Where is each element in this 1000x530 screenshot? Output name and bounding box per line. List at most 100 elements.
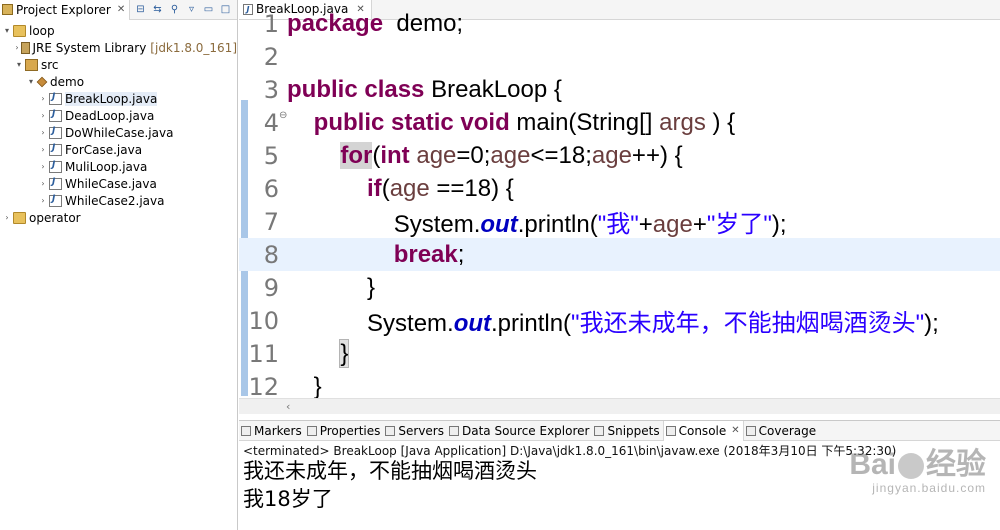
code-token: public bbox=[313, 108, 385, 136]
code-token: age bbox=[389, 174, 430, 202]
code-line[interactable]: 1 package demo; bbox=[239, 7, 1000, 40]
tab-label: Data Source Explorer bbox=[462, 423, 590, 438]
code-line[interactable]: 7 System.out.println("我"+age+"岁了"); bbox=[239, 205, 1000, 239]
tree-item[interactable]: › DeadLoop.java bbox=[0, 107, 237, 124]
line-number: 11 bbox=[248, 339, 279, 368]
tree-item-label: src bbox=[41, 57, 59, 72]
code-line[interactable]: 4 ⊖ public static void main(String[] args… bbox=[239, 106, 1000, 139]
tree-item[interactable]: ▾ loop bbox=[0, 22, 237, 39]
tree-item[interactable]: ▾ demo bbox=[0, 73, 237, 90]
project-icon bbox=[13, 211, 26, 224]
tree-item-label: loop bbox=[29, 23, 55, 38]
collapsed-arrow-icon[interactable]: › bbox=[38, 128, 48, 137]
maximize-icon[interactable]: □ bbox=[220, 4, 231, 15]
tree-item[interactable]: › ForCase.java bbox=[0, 141, 237, 158]
explorer-header: Project Explorer ✕ ⊟ ⇆ ⚲ ▿ ▭ □ bbox=[0, 0, 237, 20]
package-icon bbox=[36, 76, 48, 87]
code-token: void bbox=[460, 108, 510, 136]
watermark-brand2: 经验 bbox=[926, 448, 986, 481]
tab-label: Servers bbox=[398, 423, 444, 438]
code-text: for(int age=0;age<=18;age++) { bbox=[287, 141, 683, 170]
horizontal-scrollbar[interactable]: ‹ bbox=[239, 398, 1000, 414]
collapse-all-icon[interactable]: ⊟ bbox=[135, 4, 146, 15]
java-file-icon bbox=[49, 126, 62, 139]
line-number: 8 bbox=[263, 240, 279, 269]
project-icon bbox=[13, 24, 26, 37]
code-line[interactable]: 2 bbox=[239, 40, 1000, 73]
code-token: age bbox=[416, 141, 457, 169]
view-menu-icon[interactable]: ▿ bbox=[186, 4, 197, 15]
tab-label: Snippets bbox=[607, 423, 660, 438]
tree-item[interactable]: › MuliLoop.java bbox=[0, 158, 237, 175]
code-token: =0; bbox=[456, 141, 491, 169]
tab-data-source-explorer[interactable]: Data Source Explorer bbox=[447, 421, 592, 441]
code-line[interactable]: 11 } bbox=[239, 337, 1000, 370]
data-source-explorer-icon bbox=[449, 425, 459, 436]
code-line[interactable]: 6 if(age ==18) { bbox=[239, 172, 1000, 205]
tab-snippets[interactable]: Snippets bbox=[592, 421, 662, 441]
tab-servers[interactable]: Servers bbox=[383, 421, 447, 441]
code-token: class bbox=[364, 75, 425, 103]
link-editor-icon[interactable]: ⇆ bbox=[152, 4, 163, 15]
minimize-icon[interactable]: ▭ bbox=[203, 4, 214, 15]
tree-item-decoration: [jdk1.8.0_161] bbox=[150, 40, 237, 55]
tree-item[interactable]: › JRE System Library [jdk1.8.0_161] bbox=[0, 39, 237, 56]
tree-item-label: WhileCase2.java bbox=[65, 193, 165, 208]
collapsed-arrow-icon[interactable]: › bbox=[14, 43, 20, 52]
code-token: for bbox=[340, 141, 373, 169]
code-text: public static void main(String[] args ) … bbox=[287, 109, 735, 137]
tree-item[interactable]: ▾ src bbox=[0, 56, 237, 73]
line-number: 2 bbox=[263, 42, 279, 71]
expanded-arrow-icon[interactable]: ▾ bbox=[2, 26, 12, 35]
code-line[interactable]: 8 break; bbox=[239, 238, 1000, 271]
java-file-icon bbox=[49, 143, 62, 156]
code-line[interactable]: 10 System.out.println("我还未成年，不能抽烟喝酒烫头"); bbox=[239, 303, 1000, 338]
code-token: package bbox=[287, 9, 384, 37]
tree-item-label: MuliLoop.java bbox=[65, 159, 148, 174]
tree-item[interactable]: › DoWhileCase.java bbox=[0, 124, 237, 141]
code-token: + bbox=[638, 211, 653, 238]
collapsed-arrow-icon[interactable]: › bbox=[38, 179, 48, 188]
collapsed-arrow-icon[interactable]: › bbox=[38, 145, 48, 154]
filter-icon[interactable]: ⚲ bbox=[169, 4, 180, 15]
collapsed-arrow-icon[interactable]: › bbox=[38, 162, 48, 171]
collapsed-arrow-icon[interactable]: › bbox=[2, 213, 12, 222]
expanded-arrow-icon[interactable]: ▾ bbox=[14, 60, 24, 69]
java-file-icon bbox=[49, 177, 62, 190]
coverage-icon bbox=[745, 425, 756, 436]
tree-item[interactable]: › WhileCase.java bbox=[0, 175, 237, 192]
expanded-arrow-icon[interactable]: ▾ bbox=[26, 77, 36, 86]
code-token: demo; bbox=[383, 9, 464, 37]
tab-properties[interactable]: Properties bbox=[305, 421, 384, 441]
collapsed-arrow-icon[interactable]: › bbox=[38, 196, 48, 205]
tab-label: Markers bbox=[254, 423, 302, 438]
line-number: 7 bbox=[263, 207, 279, 236]
code-token: <=18; bbox=[530, 141, 592, 169]
tree-item[interactable]: › operator bbox=[0, 209, 237, 226]
tab-coverage[interactable]: Coverage bbox=[744, 421, 820, 441]
code-line[interactable]: 9 } bbox=[239, 271, 1000, 304]
scroll-left-icon[interactable]: ‹ bbox=[286, 400, 290, 413]
code-token: main(String[] bbox=[509, 108, 660, 136]
tree-item[interactable]: › WhileCase2.java bbox=[0, 192, 237, 209]
code-text-area[interactable]: 1 package demo; 2 3 public class BreakLoop {… bbox=[239, 10, 1000, 401]
tree-item[interactable]: › BreakLoop.java bbox=[0, 90, 237, 107]
close-icon[interactable]: ✕ bbox=[117, 4, 125, 15]
code-text: System.out.println("我还未成年，不能抽烟喝酒烫头"); bbox=[287, 303, 939, 338]
code-line[interactable]: 3 public class BreakLoop { bbox=[239, 73, 1000, 106]
close-icon[interactable]: ✕ bbox=[731, 425, 739, 436]
collapsed-arrow-icon[interactable]: › bbox=[38, 94, 48, 103]
tab-console[interactable]: Console ✕ bbox=[662, 420, 744, 441]
tab-label: Properties bbox=[319, 423, 381, 438]
tab-markers[interactable]: Markers bbox=[239, 421, 305, 441]
code-line[interactable]: 5 for(int age=0;age<=18;age++) { bbox=[239, 139, 1000, 172]
collapsed-arrow-icon[interactable]: › bbox=[38, 111, 48, 120]
java-file-icon bbox=[49, 92, 62, 105]
code-token: ); bbox=[924, 310, 939, 337]
tree-item-label: WhileCase.java bbox=[65, 176, 157, 191]
code-text: public class BreakLoop { bbox=[287, 76, 562, 104]
explorer-tab[interactable]: Project Explorer ✕ bbox=[0, 0, 131, 20]
project-explorer-icon bbox=[2, 4, 13, 15]
